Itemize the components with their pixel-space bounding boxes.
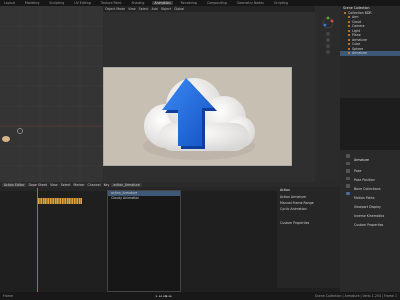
- side-viewport[interactable]: [0, 6, 103, 182]
- properties-section[interactable]: Pose Position: [351, 176, 400, 185]
- object-type-icon: [348, 16, 350, 19]
- status-right: Scene Collection | Armature | Verts 1,25…: [314, 294, 397, 298]
- object-tab-icon[interactable]: [346, 184, 350, 188]
- workspace-tab[interactable]: Texture Paint: [99, 1, 124, 5]
- workspace-tab[interactable]: Scripting: [272, 1, 290, 5]
- workspace-tab[interactable]: Animation: [152, 1, 173, 5]
- viewport-menu-item[interactable]: Add: [152, 7, 158, 11]
- viewport-menu-item[interactable]: View: [128, 7, 136, 11]
- workspace-tab[interactable]: Rendering: [179, 1, 199, 5]
- object-type-icon: [348, 52, 350, 55]
- outliner-item-label: Arm: [352, 15, 359, 20]
- outliner-item-label: Plane: [352, 33, 361, 38]
- outliner-item-label: Light: [352, 28, 360, 33]
- data-tab-icon[interactable]: [346, 191, 350, 195]
- dope-sheet-menu-item[interactable]: Dope Sheet: [28, 183, 47, 187]
- outliner-item-label: Sphere: [352, 46, 364, 51]
- object-type-icon: [348, 47, 350, 50]
- viewport-menu-item[interactable]: Select: [139, 7, 149, 11]
- properties-section[interactable]: Viewport Display: [351, 203, 400, 212]
- viewport-menu-item[interactable]: Object Mode: [105, 7, 125, 11]
- action-dropdown-list: action_Armature Cloudy Animation: [107, 190, 181, 292]
- navigation-gizmo-icon[interactable]: [321, 16, 335, 54]
- object-type-icon: [348, 43, 350, 46]
- workspace-tab[interactable]: Layout: [2, 1, 17, 5]
- properties-section[interactable]: Motion Paths: [351, 194, 400, 203]
- outliner-item-label: Collection BDR: [348, 10, 372, 15]
- properties-section[interactable]: Bone Collections: [351, 185, 400, 194]
- camera-view[interactable]: [103, 67, 292, 166]
- action-sidebar: Action Action Armature Manual Frame Range…: [277, 188, 340, 288]
- dope-sheet-menu-item[interactable]: Key: [104, 183, 110, 187]
- playback-controls[interactable]: ▸ ◂◂ ◂ ▶ ▸▸: [156, 294, 172, 298]
- playhead[interactable]: [37, 188, 38, 292]
- viewport-sidebar: [315, 6, 340, 182]
- outliner-item-label: Cloud: [352, 19, 362, 24]
- action-name-field[interactable]: action_Armature: [111, 182, 142, 187]
- properties-section[interactable]: Inverse Kinematics: [351, 212, 400, 221]
- outliner-item-label: Cube: [352, 42, 361, 47]
- object-type-icon: [344, 11, 346, 14]
- outliner-panel: Scene Collection Collection BDR Arm Cloud C…: [340, 6, 400, 98]
- dope-sheet-menu-item[interactable]: View: [50, 183, 58, 187]
- tool-tab-icon[interactable]: [346, 154, 350, 158]
- object-type-icon: [348, 38, 350, 41]
- object-type-icon: [348, 34, 350, 37]
- properties-section[interactable]: Pose: [351, 167, 400, 176]
- cloud-upload-render: [143, 78, 255, 160]
- workspace-tab[interactable]: Sculpting: [47, 1, 66, 5]
- transform-orientation[interactable]: Global: [174, 7, 184, 11]
- properties-tabs: [345, 150, 351, 274]
- properties-section[interactable]: Custom Properties: [351, 221, 400, 230]
- outliner-item[interactable]: Armature: [340, 51, 400, 56]
- status-left: Frame: [3, 294, 13, 298]
- workspace-tab[interactable]: Compositing: [205, 1, 229, 5]
- object-type-icon: [348, 20, 350, 23]
- status-bar: Frame ▸ ◂◂ ◂ ▶ ▸▸ Scene Collection | Arm…: [0, 292, 400, 300]
- outliner-item-label: Camera: [352, 24, 365, 29]
- outliner-item-label: Armature: [352, 51, 367, 56]
- dope-sheet-menu-item[interactable]: Select: [61, 183, 71, 187]
- action-list-item[interactable]: Cloudy Animation: [108, 196, 180, 201]
- object-type-icon: [348, 29, 350, 32]
- dope-sheet-menu-item[interactable]: Channel: [88, 183, 101, 187]
- workspace-tab[interactable]: Modeling: [23, 1, 42, 5]
- output-tab-icon[interactable]: [346, 169, 350, 173]
- scene-tab-icon[interactable]: [346, 176, 350, 180]
- viewport-grid: [0, 6, 103, 182]
- render-tab-icon[interactable]: [346, 161, 350, 165]
- workspace-tab[interactable]: Geometry Nodes: [235, 1, 266, 5]
- outliner-item-label: Armature: [352, 37, 367, 42]
- action-panel-row[interactable]: Custom Properties: [277, 211, 340, 225]
- keyframe-strip[interactable]: [38, 198, 82, 204]
- viewport-menu-item[interactable]: Object: [161, 7, 171, 11]
- dope-sheet-menu-item[interactable]: Marker: [73, 183, 84, 187]
- workspace-tab[interactable]: Shading: [129, 1, 146, 5]
- small-object: [2, 136, 10, 142]
- editor-mode-dropdown[interactable]: Action Editor: [2, 182, 27, 187]
- workspace-tab[interactable]: UV Editing: [72, 1, 93, 5]
- object-type-icon: [348, 25, 350, 28]
